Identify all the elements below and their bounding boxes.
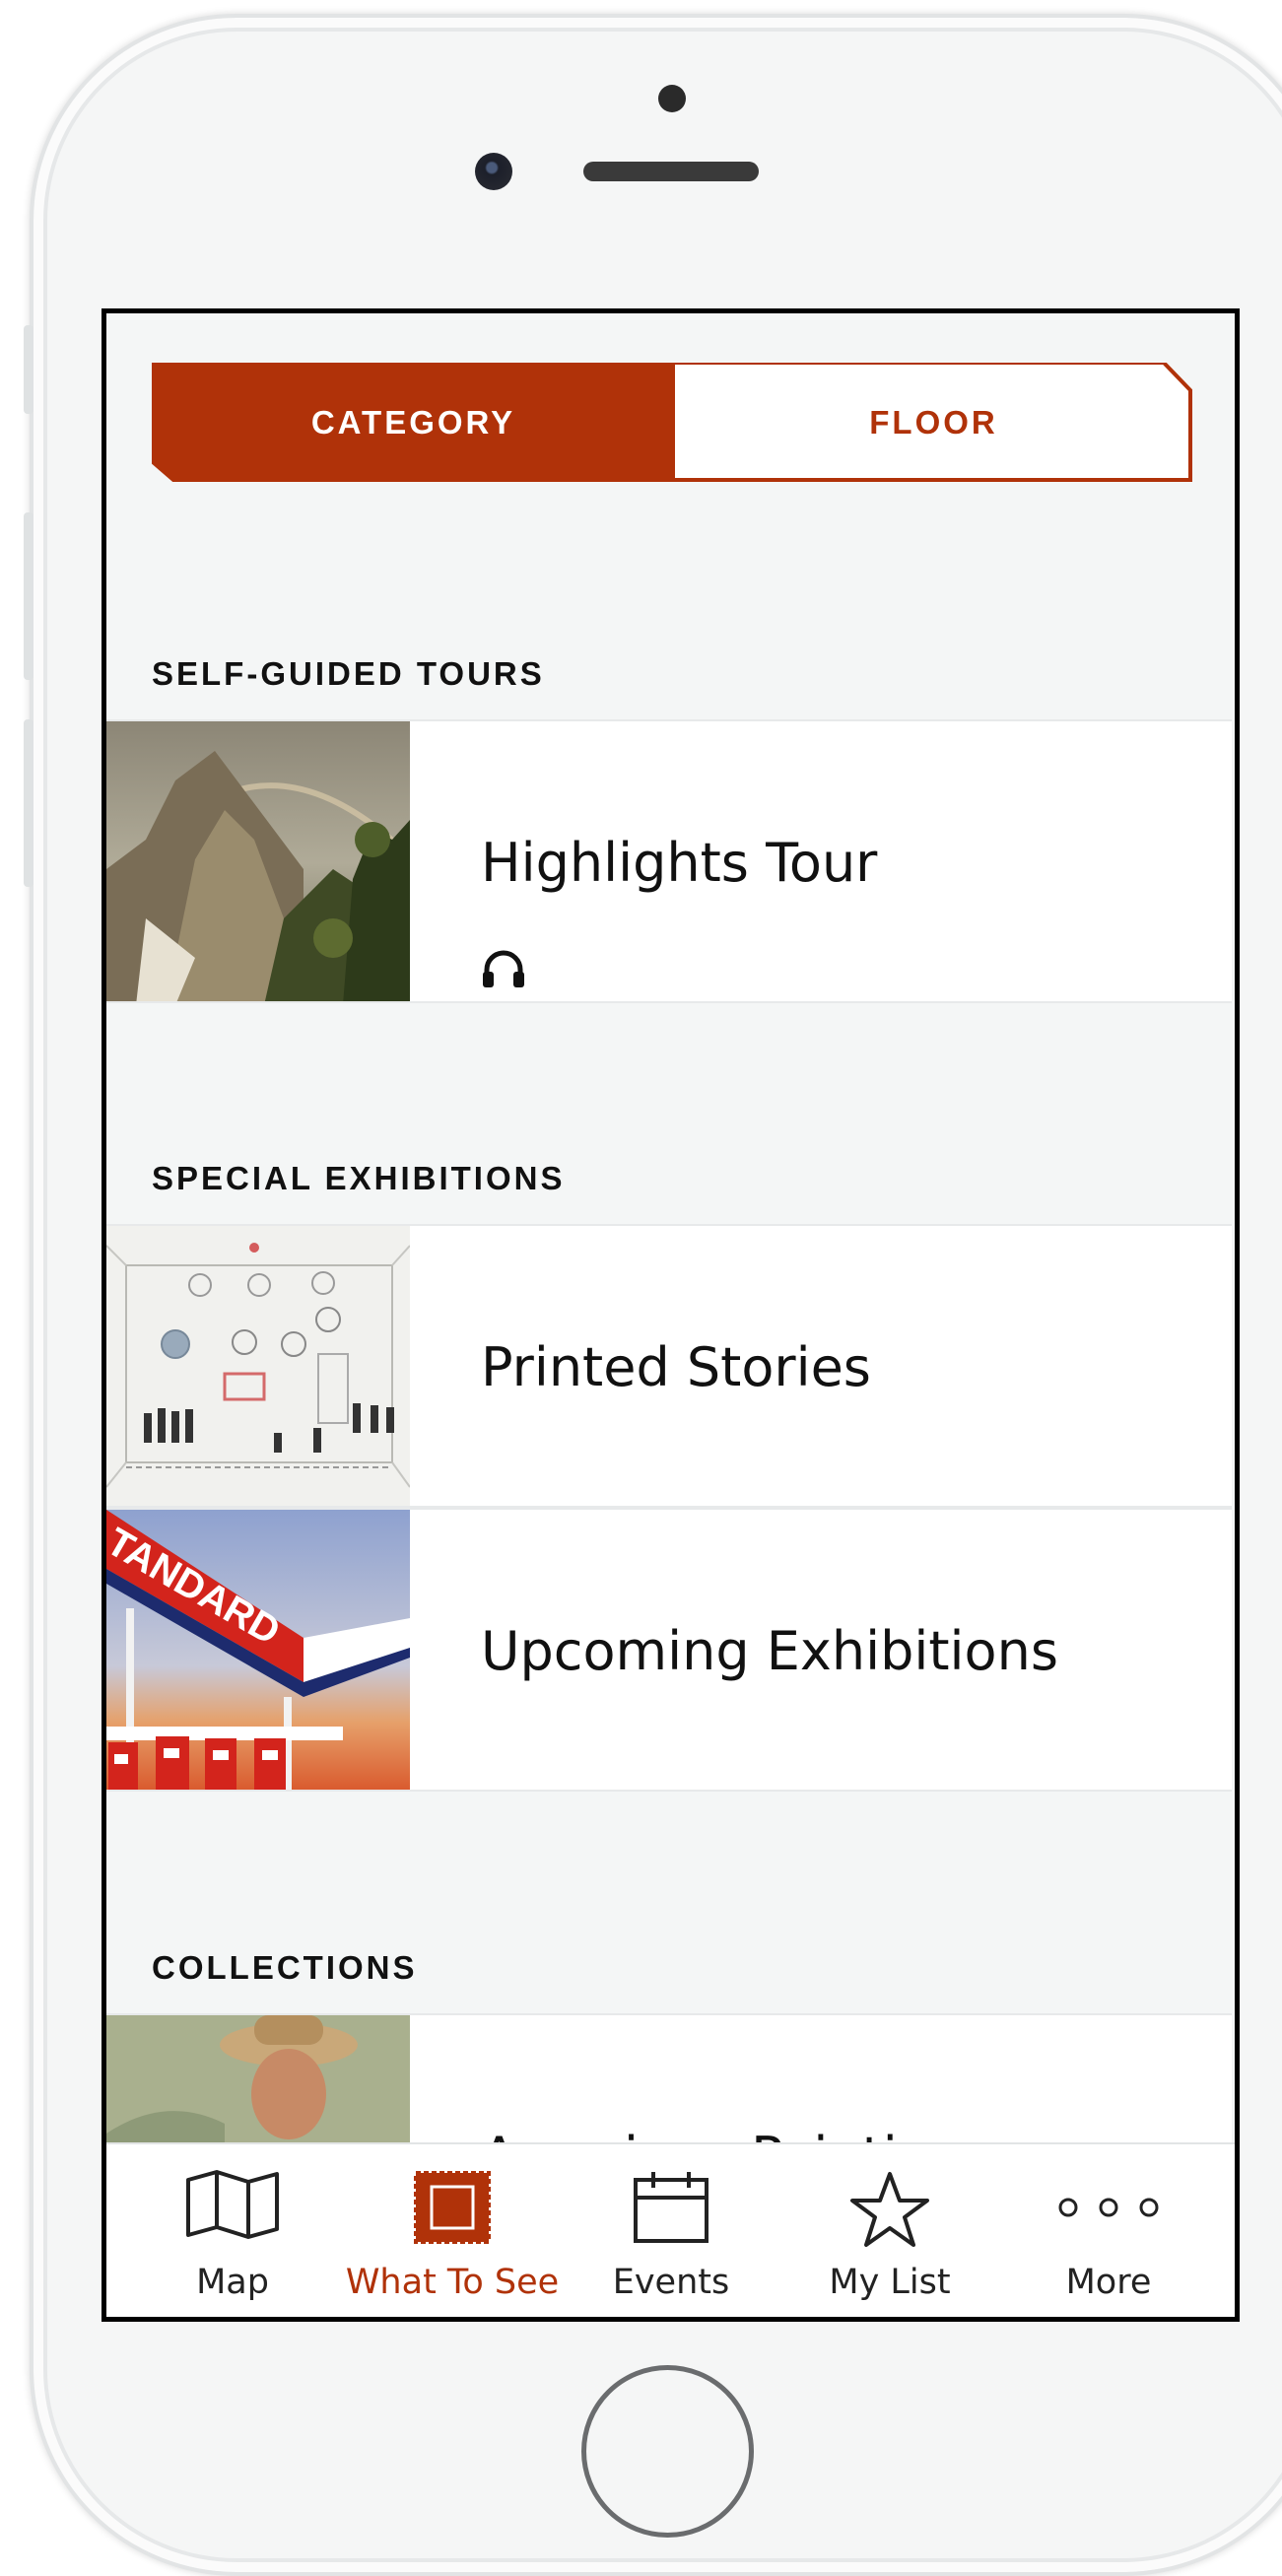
printed-stories-thumbnail [106,1226,410,1506]
list-item-title: Upcoming Exhibitions [481,1620,1058,1682]
list-item-title: Highlights Tour [481,832,878,894]
proximity-sensor [658,85,686,112]
highlights-tour-thumbnail [106,721,410,1001]
tab-my-list[interactable]: My List [780,2144,999,2317]
tab-label: More [1065,2263,1152,2302]
list-item-printed-stories[interactable]: Printed Stories [106,1224,1232,1508]
tab-label: Map [196,2263,269,2302]
more-dots-icon [1058,2198,1159,2217]
silent-switch [24,325,34,414]
section-title-special-exhibitions: SPECIAL EXHIBITIONS [152,1160,566,1196]
list-item-upcoming-exhibitions[interactable]: TANDARD Upcoming Exhibitions [106,1508,1232,1792]
app-screen: CATEGORY FLOOR SELF-GUIDED TOURS Highlig… [101,308,1240,2322]
headphones-icon [483,950,524,987]
tab-label: What To See [345,2263,560,2302]
tab-events[interactable]: Events [562,2144,780,2317]
category-tab-button[interactable]: CATEGORY [152,363,675,483]
earpiece-speaker [583,162,759,181]
view-mode-segmented-control: CATEGORY FLOOR [152,363,1192,483]
upcoming-exhibitions-thumbnail: TANDARD [106,1510,410,1790]
calendar-icon [634,2172,708,2243]
list-item-highlights-tour[interactable]: Highlights Tour [106,719,1232,1003]
tab-what-to-see[interactable]: What To See [343,2144,562,2317]
tab-label: My List [829,2263,951,2302]
tab-bar: Map What To See Events My List More [106,2142,1235,2317]
list-item-title: Printed Stories [481,1336,871,1398]
tab-map[interactable]: Map [123,2144,342,2317]
star-icon [850,2172,929,2247]
section-title-self-guided-tours: SELF-GUIDED TOURS [152,655,545,692]
map-icon [186,2170,279,2239]
floor-tab-button[interactable]: FLOOR [675,363,1192,483]
tab-label: Events [612,2263,730,2302]
volume-down-button [24,719,34,887]
tab-more[interactable]: More [999,2144,1218,2317]
volume-up-button [24,512,34,680]
front-camera [475,153,512,190]
frame-icon [414,2171,491,2244]
home-button[interactable] [581,2365,754,2538]
section-title-collections: COLLECTIONS [152,1949,418,1986]
